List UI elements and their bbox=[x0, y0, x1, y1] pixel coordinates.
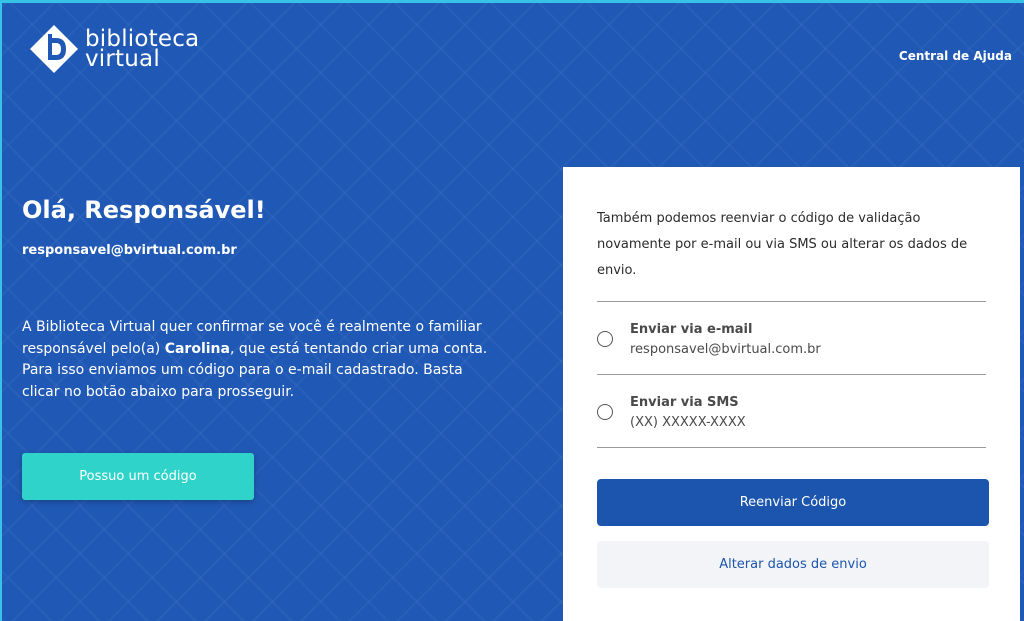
biblioteca-virtual-logo-icon bbox=[30, 25, 78, 73]
resend-description: Também podemos reenviar o código de vali… bbox=[597, 211, 968, 278]
email-radio[interactable] bbox=[597, 331, 613, 347]
option-email-value: responsavel@bvirtual.com.br bbox=[630, 342, 821, 357]
option-sms-value: (XX) XXXXX-XXXX bbox=[630, 415, 746, 430]
greeting-title: Olá, Responsável! bbox=[22, 196, 266, 224]
page: biblioteca virtual Central de Ajuda Olá,… bbox=[0, 0, 1024, 621]
resend-card: Também podemos reenviar o código de vali… bbox=[563, 167, 1020, 621]
logo-text: biblioteca virtual bbox=[85, 28, 199, 72]
intro-child-name: Carolina bbox=[164, 340, 230, 357]
sms-radio[interactable] bbox=[597, 404, 613, 420]
option-email[interactable]: Enviar via e-mail responsavel@bvirtual.c… bbox=[597, 302, 986, 374]
help-center-link[interactable]: Central de Ajuda bbox=[899, 49, 1012, 63]
option-sms[interactable]: Enviar via SMS (XX) XXXXX-XXXX bbox=[597, 375, 986, 447]
have-code-button[interactable]: Possuo um código bbox=[22, 453, 254, 500]
option-sms-text: Enviar via SMS (XX) XXXXX-XXXX bbox=[630, 394, 746, 434]
resend-code-button[interactable]: Reenviar Código bbox=[597, 479, 989, 526]
divider bbox=[597, 447, 986, 448]
logo[interactable]: biblioteca virtual bbox=[28, 23, 199, 75]
option-email-title: Enviar via e-mail bbox=[630, 322, 753, 337]
intro-text: A Biblioteca Virtual quer confirmar se v… bbox=[22, 317, 492, 403]
change-delivery-data-button[interactable]: Alterar dados de envio bbox=[597, 541, 989, 588]
option-sms-title: Enviar via SMS bbox=[630, 395, 739, 410]
option-email-text: Enviar via e-mail responsavel@bvirtual.c… bbox=[630, 321, 821, 361]
logo-line-2: virtual bbox=[85, 46, 160, 72]
user-email: responsavel@bvirtual.com.br bbox=[22, 243, 237, 258]
